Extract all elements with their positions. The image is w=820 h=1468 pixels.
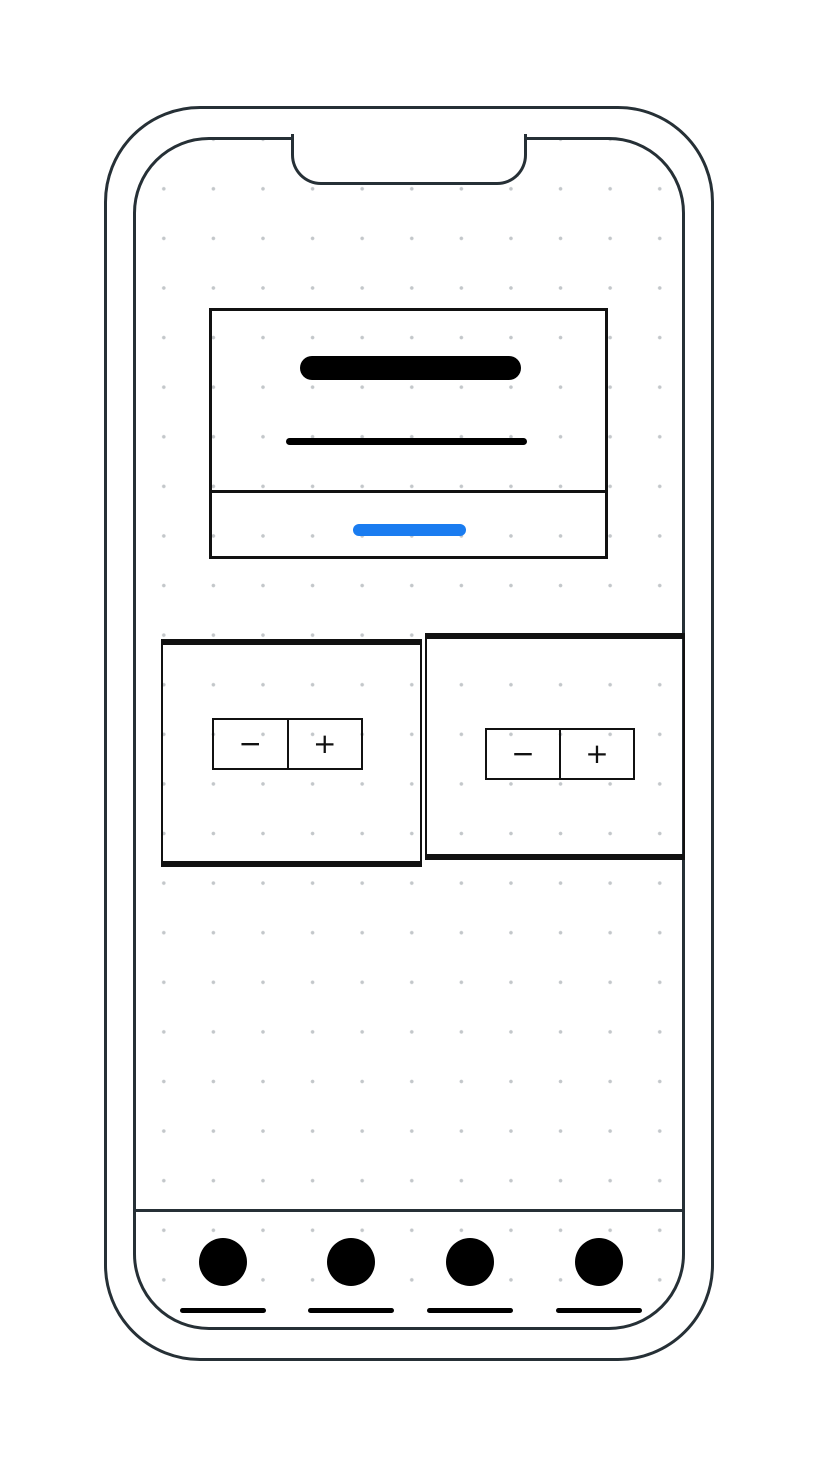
- circle-icon: [575, 1238, 623, 1286]
- dialog-message-placeholder: [286, 438, 527, 445]
- dialog-title-placeholder: [300, 356, 521, 380]
- tab-3[interactable]: [427, 1238, 513, 1318]
- stepper-card-1: − +: [161, 639, 422, 867]
- circle-icon: [446, 1238, 494, 1286]
- decrement-button[interactable]: −: [487, 730, 561, 778]
- tab-4[interactable]: [556, 1238, 642, 1318]
- alert-dialog: [209, 308, 608, 559]
- tab-label: [180, 1308, 266, 1313]
- circle-icon: [199, 1238, 247, 1286]
- decrement-button[interactable]: −: [214, 720, 289, 768]
- increment-button[interactable]: +: [561, 730, 633, 778]
- tab-2[interactable]: [308, 1238, 394, 1318]
- stepper-card-2: − +: [425, 633, 685, 860]
- quantity-stepper: − +: [212, 718, 363, 770]
- quantity-stepper: − +: [485, 728, 635, 780]
- tab-1[interactable]: [180, 1238, 266, 1318]
- tab-label: [308, 1308, 394, 1313]
- notch-cover: [294, 132, 524, 140]
- dialog-action-button[interactable]: [353, 524, 466, 536]
- circle-icon: [327, 1238, 375, 1286]
- phone-notch: [291, 134, 527, 185]
- canvas: − + − +: [0, 0, 820, 1468]
- increment-button[interactable]: +: [289, 720, 362, 768]
- tab-label: [427, 1308, 513, 1313]
- dialog-divider: [209, 490, 608, 493]
- tab-bar-divider: [133, 1209, 685, 1212]
- tab-label: [556, 1308, 642, 1313]
